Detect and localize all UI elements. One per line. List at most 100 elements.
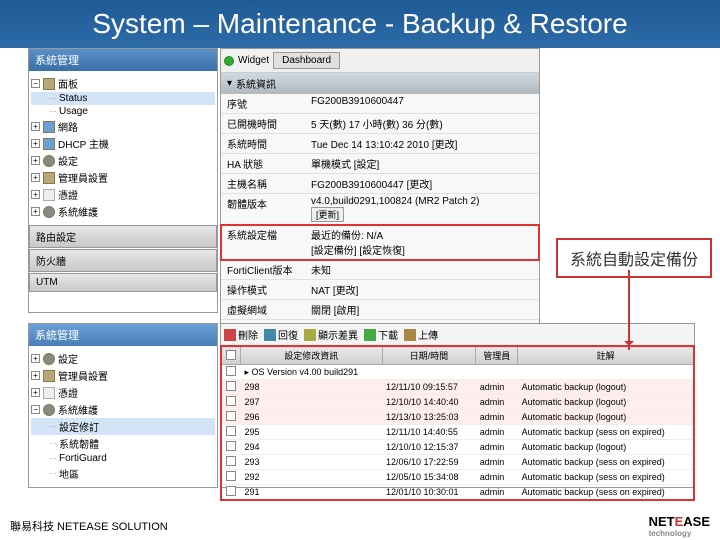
row-checkbox[interactable] bbox=[226, 396, 236, 406]
table-row[interactable]: 29112/01/10 10:30:01adminAutomatic backu… bbox=[222, 485, 694, 500]
network-icon bbox=[43, 121, 55, 133]
slide-title: System – Maintenance - Backup & Restore bbox=[0, 0, 720, 48]
tb-download[interactable]: 下載 bbox=[364, 327, 398, 342]
footer-logo: NETEASEtechnology bbox=[649, 514, 710, 538]
rev-table-wrap: 設定修改資訊 日期/時間 管理員 註解 ▸ OS Version v4.00 b… bbox=[221, 346, 694, 500]
sysinfo-header: ▾系統資訊 bbox=[221, 73, 539, 94]
row-checkbox[interactable] bbox=[226, 486, 236, 496]
upload-icon bbox=[404, 329, 416, 341]
row-syscfg: 系統設定檔最近的備份: N/A[設定備份] [設定恢復] bbox=[221, 225, 539, 260]
table-row[interactable]: 29312/06/10 17:22:59adminAutomatic backu… bbox=[222, 455, 694, 470]
table-row[interactable]: ▸ OS Version v4.00 build291 bbox=[222, 365, 694, 380]
tb-delete[interactable]: 刪除 bbox=[224, 327, 258, 342]
col-date[interactable]: 日期/時間 bbox=[382, 347, 476, 365]
expand-icon[interactable]: + bbox=[31, 156, 40, 165]
tree-dhcp[interactable]: +DHCP 主機 bbox=[31, 135, 215, 152]
col-admin[interactable]: 管理員 bbox=[476, 347, 518, 365]
tree-dots-icon: ⋯ bbox=[49, 94, 56, 103]
table-row[interactable]: 29612/13/10 13:25:03adminAutomatic backu… bbox=[222, 410, 694, 425]
widget-bar: Widget Dashboard bbox=[221, 49, 539, 73]
table-row[interactable]: 29812/11/10 09:15:57adminAutomatic backu… bbox=[222, 380, 694, 395]
table-row[interactable]: 29512/11/10 14:40:55adminAutomatic backu… bbox=[222, 425, 694, 440]
chevron-down-icon[interactable]: ▾ bbox=[227, 78, 232, 89]
btns-backup-restore[interactable]: [設定備份] [設定恢復] bbox=[311, 246, 405, 257]
table-row[interactable]: 29212/05/10 15:34:08adminAutomatic backu… bbox=[222, 470, 694, 485]
dashboard-icon bbox=[43, 78, 55, 90]
row-checkbox[interactable] bbox=[226, 366, 236, 376]
callout-autobackup: 系統自動設定備份 bbox=[556, 238, 712, 278]
download-icon bbox=[364, 329, 376, 341]
row-checkbox[interactable] bbox=[226, 456, 236, 466]
tree2-area[interactable]: ⋯地區 bbox=[31, 465, 215, 482]
collapse-icon[interactable]: − bbox=[31, 405, 40, 414]
callout-arrow bbox=[628, 270, 630, 350]
tree2-maint[interactable]: −系統維護 bbox=[31, 401, 215, 418]
col-check[interactable] bbox=[222, 347, 241, 365]
tree2-cfgrev[interactable]: ⋯設定修訂 bbox=[31, 418, 215, 435]
sysinfo-panel: ▾系統資訊 序號FG200B3910600447 已開機時間5 天(數) 17 … bbox=[221, 73, 539, 340]
panel-sysmanage-2: 系統管理 +設定 +管理員設置 +憑證 −系統維護 ⋯設定修訂 ⋯系統韌體 ⋯F… bbox=[28, 323, 218, 488]
tab-dashboard[interactable]: Dashboard bbox=[273, 52, 340, 69]
row-checkbox[interactable] bbox=[226, 426, 236, 436]
tree2-config[interactable]: +設定 bbox=[31, 350, 215, 367]
tree-dashboard[interactable]: −面板 bbox=[31, 75, 215, 92]
tree-1: −面板 ⋯Status ⋯Usage +網路 +DHCP 主機 +設定 +管理員… bbox=[29, 71, 217, 224]
row-fcv: FortiClient版本未知 bbox=[221, 260, 539, 280]
tree-usage[interactable]: ⋯Usage bbox=[31, 105, 215, 118]
tree-admin[interactable]: +管理員設置 bbox=[31, 169, 215, 186]
row-checkbox[interactable] bbox=[226, 441, 236, 451]
tree-dots-icon: ⋯ bbox=[49, 454, 56, 463]
row-uptime: 已開機時間5 天(數) 17 小時(數) 36 分(數) bbox=[221, 114, 539, 134]
tree-maint[interactable]: +系統維護 bbox=[31, 203, 215, 220]
tb-upload[interactable]: 上傳 bbox=[404, 327, 438, 342]
col-note[interactable]: 註解 bbox=[518, 347, 694, 365]
tree-dots-icon: ⋯ bbox=[49, 107, 56, 116]
expand-icon[interactable]: + bbox=[31, 207, 40, 216]
maint-icon bbox=[43, 404, 55, 416]
row-vdom: 虛擬網域關閉 [啟用] bbox=[221, 300, 539, 320]
row-ha: HA 狀態單機模式 [設定] bbox=[221, 154, 539, 174]
tb-revert[interactable]: 回復 bbox=[264, 327, 298, 342]
table-row[interactable]: 29412/10/10 12:15:37adminAutomatic backu… bbox=[222, 440, 694, 455]
tree-cert[interactable]: +憑證 bbox=[31, 186, 215, 203]
cert-icon bbox=[43, 189, 55, 201]
col-rev[interactable]: 設定修改資訊 bbox=[241, 347, 383, 365]
row-fw: 韌體版本v4.0,build0291,100824 (MR2 Patch 2)[… bbox=[221, 194, 539, 225]
tree2-cert[interactable]: +憑證 bbox=[31, 384, 215, 401]
collapse-icon[interactable]: − bbox=[31, 79, 40, 88]
cert-icon bbox=[43, 387, 55, 399]
tree-status[interactable]: ⋯Status bbox=[31, 92, 215, 105]
section-firewall[interactable]: 防火牆 bbox=[29, 249, 217, 272]
status-dot-icon bbox=[224, 56, 234, 66]
tree2-admin[interactable]: +管理員設置 bbox=[31, 367, 215, 384]
dhcp-icon bbox=[43, 138, 55, 150]
tree-network[interactable]: +網路 bbox=[31, 118, 215, 135]
section-router[interactable]: 路由設定 bbox=[29, 225, 217, 248]
tree2-fg[interactable]: ⋯FortiGuard bbox=[31, 452, 215, 465]
footer: 聯易科技 NETEASE SOLUTION NETEASEtechnology bbox=[0, 514, 720, 538]
row-checkbox[interactable] bbox=[226, 381, 236, 391]
expand-icon[interactable]: + bbox=[31, 388, 40, 397]
row-serial: 序號FG200B3910600447 bbox=[221, 94, 539, 114]
table-row[interactable]: 29712/10/10 14:40:40adminAutomatic backu… bbox=[222, 395, 694, 410]
tree2-fw[interactable]: ⋯系統韌體 bbox=[31, 435, 215, 452]
tree-2: +設定 +管理員設置 +憑證 −系統維護 ⋯設定修訂 ⋯系統韌體 ⋯FortiG… bbox=[29, 346, 217, 486]
expand-icon[interactable]: + bbox=[31, 139, 40, 148]
btn-update[interactable]: [更新] bbox=[311, 207, 344, 222]
tb-diff[interactable]: 顯示差異 bbox=[304, 327, 358, 342]
expand-icon[interactable]: + bbox=[31, 371, 40, 380]
expand-icon[interactable]: + bbox=[31, 173, 40, 182]
row-checkbox[interactable] bbox=[226, 411, 236, 421]
gear-icon bbox=[43, 155, 55, 167]
tree-dots-icon: ⋯ bbox=[49, 422, 56, 431]
expand-icon[interactable]: + bbox=[31, 122, 40, 131]
row-checkbox[interactable] bbox=[226, 471, 236, 481]
expand-icon[interactable]: + bbox=[31, 190, 40, 199]
admin-icon bbox=[43, 370, 55, 382]
admin-icon bbox=[43, 172, 55, 184]
expand-icon[interactable]: + bbox=[31, 354, 40, 363]
tree-config[interactable]: +設定 bbox=[31, 152, 215, 169]
revert-icon bbox=[264, 329, 276, 341]
row-systime: 系統時間Tue Dec 14 13:10:42 2010 [更改] bbox=[221, 134, 539, 154]
section-utm[interactable]: UTM bbox=[29, 273, 217, 292]
